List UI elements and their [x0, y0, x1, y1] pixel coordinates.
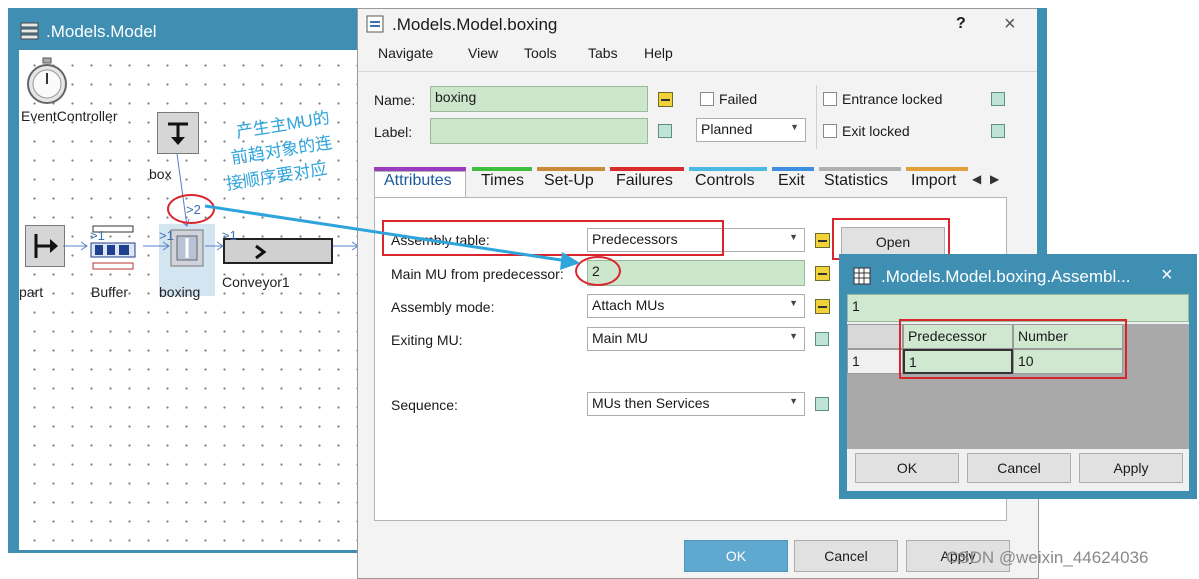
- assembly-mode-select[interactable]: Attach MUs ▼: [587, 294, 805, 318]
- menu-view[interactable]: View: [468, 45, 498, 61]
- tab-attributes[interactable]: Attributes: [384, 172, 452, 190]
- model-window: .Models.Model EventController box part B…: [8, 8, 370, 553]
- exiting-mu-select[interactable]: Main MU ▼: [587, 327, 805, 351]
- tab-color-bar: [772, 167, 814, 171]
- tab-color-bar: [689, 167, 767, 171]
- exit-locked-checkbox[interactable]: [823, 124, 837, 138]
- assembly-table-window: .Models.Model.boxing.Assembl... × 1 Pred…: [839, 254, 1197, 499]
- cancel-button[interactable]: Cancel: [967, 453, 1071, 483]
- menu-tools[interactable]: Tools: [524, 45, 557, 61]
- tab-setup[interactable]: Set-Up: [544, 172, 594, 190]
- assembly-mode-value: Attach MUs: [592, 297, 665, 313]
- assembly-window-title: .Models.Model.boxing.Assembl...: [881, 267, 1131, 286]
- cell-edit-field[interactable]: 1: [847, 294, 1189, 322]
- table-icon: [853, 267, 871, 285]
- tab-import[interactable]: Import: [911, 172, 967, 190]
- assembly-mode-label: Assembly mode:: [391, 299, 495, 315]
- ok-button[interactable]: OK: [855, 453, 959, 483]
- corner-cell: [847, 324, 903, 349]
- entrance-locked-label: Entrance locked: [842, 91, 943, 107]
- inherit-toggle[interactable]: [991, 124, 1005, 138]
- row-header[interactable]: 1: [847, 349, 903, 374]
- tab-failures[interactable]: Failures: [616, 172, 673, 190]
- ok-button[interactable]: OK: [684, 540, 788, 572]
- inherit-toggle[interactable]: [815, 233, 830, 248]
- model-title: .Models.Model: [46, 22, 157, 41]
- highlight-assembly-table: [382, 220, 724, 256]
- tab-color-bar: [472, 167, 532, 171]
- chevron-down-icon: ▼: [789, 331, 798, 341]
- inherit-toggle[interactable]: [815, 266, 830, 281]
- sequence-select[interactable]: MUs then Services ▼: [587, 392, 805, 416]
- name-label: Name:: [374, 92, 416, 108]
- highlight-circle: [575, 256, 621, 286]
- main-mu-label: Main MU from predecessor:: [391, 266, 564, 282]
- dialog-title: .Models.Model.boxing: [392, 15, 558, 34]
- inherit-toggle[interactable]: [658, 92, 673, 107]
- connector-label: >1: [159, 228, 174, 243]
- chevron-down-icon: ▼: [790, 122, 799, 132]
- window-edge: [1037, 8, 1047, 254]
- tab-exit[interactable]: Exit: [778, 172, 805, 190]
- chevron-down-icon: ▼: [789, 298, 798, 308]
- chevron-down-icon: ▼: [789, 232, 798, 242]
- entrance-locked-checkbox[interactable]: [823, 92, 837, 106]
- inherit-toggle[interactable]: [815, 299, 830, 314]
- tab-scroll-left-icon[interactable]: ◀: [972, 172, 981, 186]
- tab-controls[interactable]: Controls: [695, 172, 755, 190]
- highlight-table: [899, 319, 1127, 379]
- tab-color-bar: [610, 167, 684, 171]
- exit-locked-label: Exit locked: [842, 123, 910, 139]
- tab-times[interactable]: Times: [481, 172, 524, 190]
- button-row: OK Cancel Apply: [847, 449, 1189, 491]
- tab-color-bar: [906, 167, 968, 171]
- menu-help[interactable]: Help: [644, 45, 673, 61]
- menu-navigate[interactable]: Navigate: [378, 45, 433, 61]
- highlight-circle: [167, 194, 215, 224]
- label-field[interactable]: [430, 118, 648, 144]
- inherit-toggle[interactable]: [815, 332, 829, 346]
- chevron-down-icon: ▼: [789, 396, 798, 406]
- planned-value: Planned: [701, 121, 753, 137]
- exiting-mu-value: Main MU: [592, 330, 649, 346]
- inherit-toggle[interactable]: [815, 397, 829, 411]
- tab-color-bar: [537, 167, 605, 171]
- close-button[interactable]: ×: [1161, 264, 1173, 287]
- assembly-station-icon: [366, 15, 384, 33]
- exiting-mu-label: Exiting MU:: [391, 332, 463, 348]
- failed-checkbox[interactable]: [700, 92, 714, 106]
- planned-select[interactable]: Planned ▼: [696, 118, 806, 142]
- connector-label: >1: [90, 228, 105, 243]
- divider: [816, 85, 817, 149]
- tab-scroll-right-icon[interactable]: ▶: [990, 172, 999, 186]
- cancel-button[interactable]: Cancel: [794, 540, 898, 572]
- label-label: Label:: [374, 124, 413, 140]
- menu-tabs[interactable]: Tabs: [588, 45, 618, 61]
- name-field[interactable]: boxing: [430, 86, 648, 112]
- failed-label: Failed: [719, 91, 758, 107]
- menu-divider: [358, 71, 1038, 72]
- watermark: CSDN @weixin_44624036: [946, 548, 1149, 567]
- assembly-table-body: 1 Predecessor Number 1 1 10 OK Cancel Ap…: [847, 294, 1189, 491]
- model-titlebar: .Models.Model: [8, 8, 370, 48]
- sequence-value: MUs then Services: [592, 395, 710, 411]
- connector-label: >1: [222, 228, 237, 243]
- inherit-toggle[interactable]: [658, 124, 672, 138]
- tab-color-bar: [819, 167, 901, 171]
- apply-button[interactable]: Apply: [1079, 453, 1183, 483]
- help-button[interactable]: ?: [956, 15, 966, 33]
- inherit-toggle[interactable]: [991, 92, 1005, 106]
- model-frame-icon: [20, 22, 39, 40]
- sequence-label: Sequence:: [391, 397, 458, 413]
- tab-statistics[interactable]: Statistics: [824, 172, 888, 190]
- close-button[interactable]: ×: [1004, 13, 1016, 36]
